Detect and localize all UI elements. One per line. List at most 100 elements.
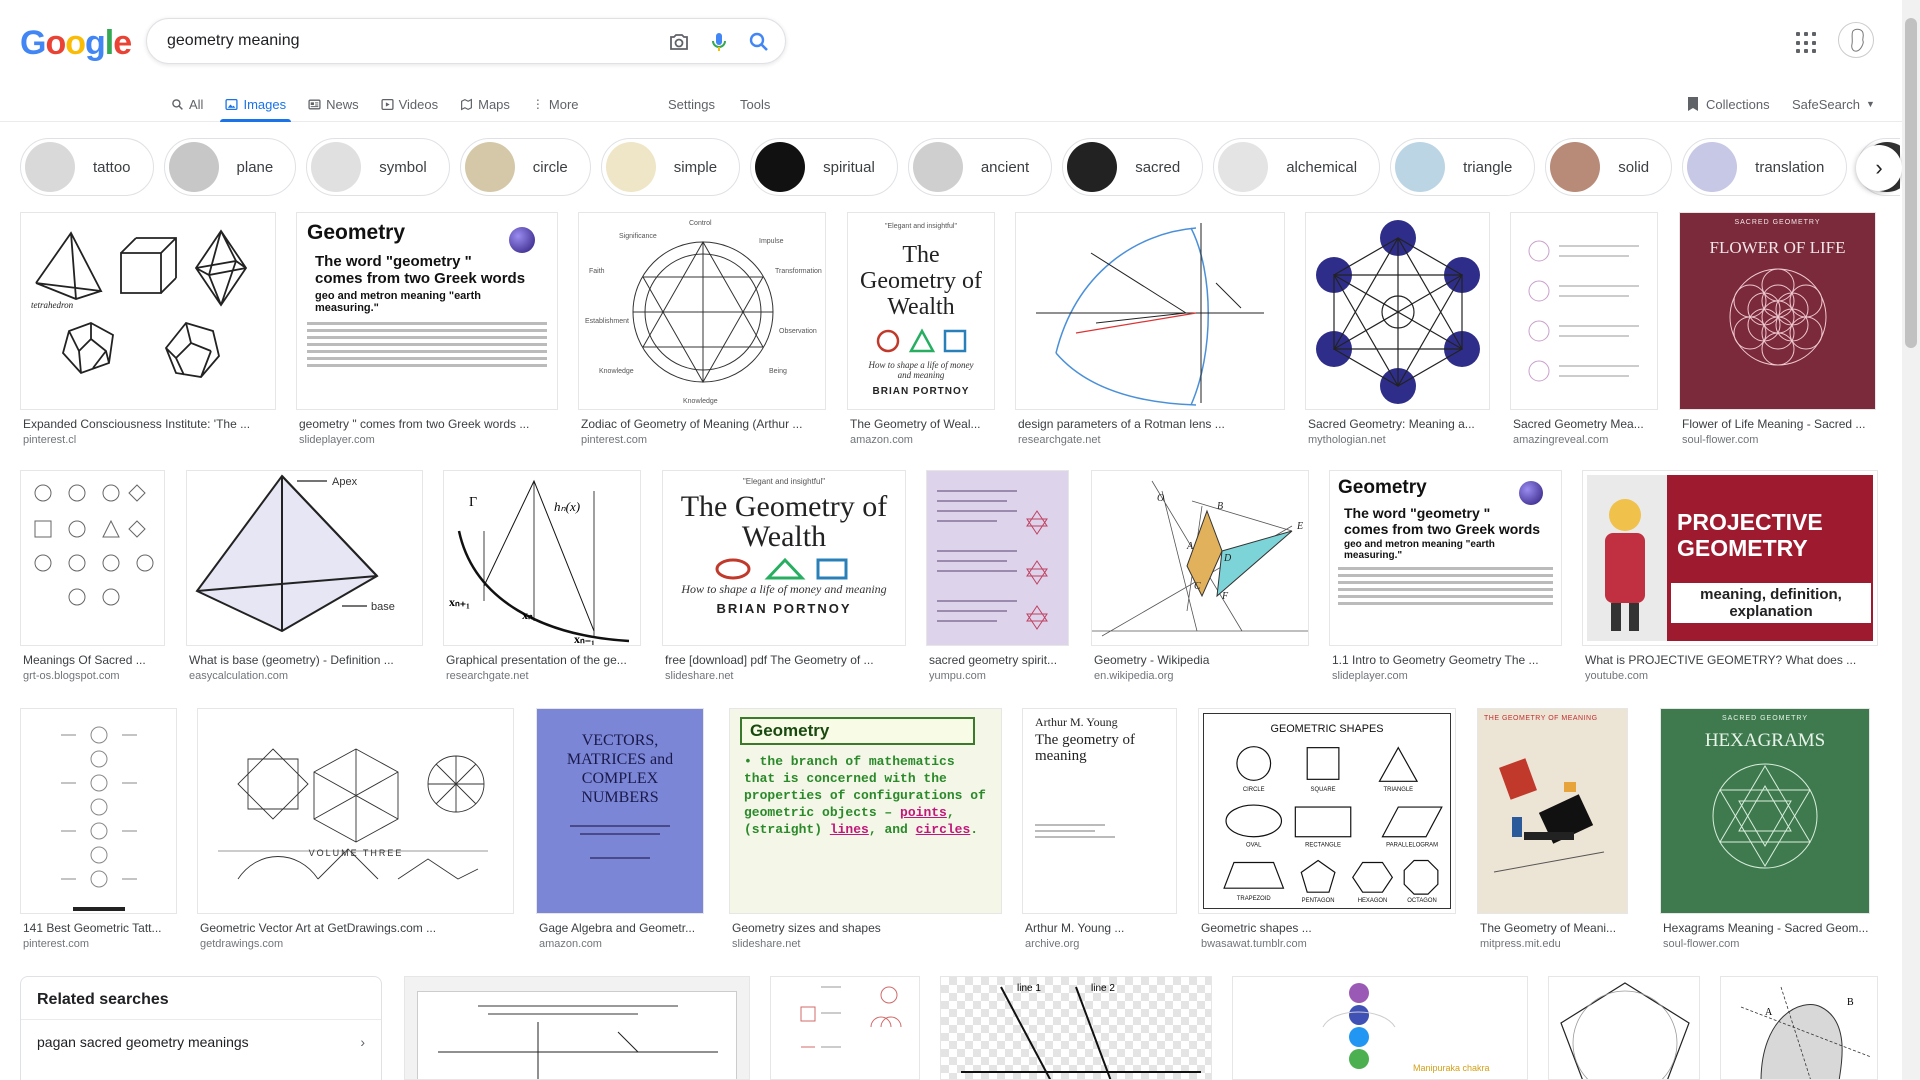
result-caption[interactable]: 1.1 Intro to Geometry Geometry The ...: [1329, 653, 1562, 667]
result-caption[interactable]: Geometric shapes ...: [1198, 921, 1456, 935]
result-source[interactable]: pinterest.cl: [20, 434, 276, 446]
result-thumbnail[interactable]: BA: [1720, 976, 1878, 1080]
result-caption[interactable]: 141 Best Geometric Tatt...: [20, 921, 177, 935]
result-caption[interactable]: Geometry sizes and shapes: [729, 921, 1002, 935]
image-result[interactable]: Apex base What is base (geometry) - Defi…: [186, 470, 423, 682]
result-thumbnail[interactable]: Geometry • the branch of mathematics tha…: [729, 708, 1002, 914]
result-thumbnail[interactable]: Geometry The word "geometry " comes from…: [1329, 470, 1562, 646]
image-result[interactable]: "Elegant and insightful" The Geometry of…: [662, 470, 906, 682]
tab-all[interactable]: All: [160, 88, 214, 120]
result-caption[interactable]: Meanings Of Sacred ...: [20, 653, 165, 667]
image-result[interactable]: Meanings Of Sacred ... grt-os.blogspot.c…: [20, 470, 165, 682]
image-result[interactable]: THE GEOMETRY OF MEANING The Geometry of …: [1477, 708, 1628, 950]
search-icon[interactable]: [747, 30, 771, 54]
image-result[interactable]: PROJECTIVE GEOMETRY meaning, definition,…: [1582, 470, 1878, 682]
result-caption[interactable]: Hexagrams Meaning - Sacred Geom...: [1660, 921, 1870, 935]
page-scrollbar[interactable]: [1902, 0, 1920, 1080]
result-thumbnail[interactable]: SACRED GEOMETRY HEXAGRAMS: [1660, 708, 1870, 914]
chip-spiritual[interactable]: spiritual: [750, 138, 898, 196]
chip-sacred[interactable]: sacred: [1062, 138, 1204, 196]
result-caption[interactable]: The Geometry of Meani...: [1477, 921, 1628, 935]
result-thumbnail[interactable]: [1510, 212, 1658, 410]
account-avatar[interactable]: [1838, 22, 1874, 58]
image-result[interactable]: tetrahedron Expanded Consciousness Insti…: [20, 212, 276, 446]
image-result[interactable]: SACRED GEOMETRY FLOWER OF LIFE Flower of…: [1679, 212, 1876, 446]
result-source[interactable]: soul-flower.com: [1660, 938, 1870, 950]
result-thumbnail[interactable]: GEOMETRIC SHAPES CIRCLE SQUARE TRIANGLE …: [1198, 708, 1456, 914]
image-result[interactable]: Geometry • the branch of mathematics tha…: [729, 708, 1002, 950]
collections-link[interactable]: Collections: [1686, 88, 1770, 120]
result-thumbnail[interactable]: [926, 470, 1069, 646]
result-caption[interactable]: What is base (geometry) - Definition ...: [186, 653, 423, 667]
result-thumbnail[interactable]: Geometry The word "geometry " comes from…: [296, 212, 558, 410]
image-result[interactable]: Arthur M. Young The geometry of meaning …: [1022, 708, 1177, 950]
result-source[interactable]: amazingreveal.com: [1510, 434, 1658, 446]
result-source[interactable]: yumpu.com: [926, 670, 1069, 682]
result-source[interactable]: mythologian.net: [1305, 434, 1490, 446]
chip-translation[interactable]: translation: [1682, 138, 1848, 196]
chip-triangle[interactable]: triangle: [1390, 138, 1536, 196]
result-thumbnail[interactable]: Γ hₙ(x) xₙ₊₁ xₙ xₙ₋₁: [443, 470, 641, 646]
image-result[interactable]: sacred geometry spirit... yumpu.com: [926, 470, 1069, 682]
image-result[interactable]: Sacred Geometry: Meaning a... mythologia…: [1305, 212, 1490, 446]
result-thumbnail[interactable]: line 1 line 2: [940, 976, 1212, 1080]
tab-maps[interactable]: Maps: [449, 88, 521, 120]
result-caption[interactable]: Geometry - Wikipedia: [1091, 653, 1309, 667]
result-source[interactable]: getdrawings.com: [197, 938, 514, 950]
result-source[interactable]: mitpress.mit.edu: [1477, 938, 1628, 950]
result-source[interactable]: youtube.com: [1582, 670, 1878, 682]
result-caption[interactable]: Sacred Geometry Mea...: [1510, 417, 1658, 431]
image-result[interactable]: "Elegant and insightful" The Geometry of…: [847, 212, 995, 446]
result-caption[interactable]: What is PROJECTIVE GEOMETRY? What does .…: [1582, 653, 1878, 667]
search-input[interactable]: [167, 28, 637, 54]
tab-more[interactable]: ⋮ More: [521, 88, 590, 120]
result-thumbnail[interactable]: [770, 976, 920, 1080]
result-thumbnail[interactable]: [1548, 976, 1700, 1080]
result-thumbnail[interactable]: [20, 708, 177, 914]
result-source[interactable]: researchgate.net: [443, 670, 641, 682]
result-thumbnail[interactable]: VECTORS, MATRICES and COMPLEX NUMBERS: [536, 708, 704, 914]
result-thumbnail[interactable]: [1305, 212, 1490, 410]
chip-circle[interactable]: circle: [459, 138, 591, 196]
result-thumbnail[interactable]: VOLUME THREE: [197, 708, 514, 914]
result-caption[interactable]: Graphical presentation of the ge...: [443, 653, 641, 667]
result-thumbnail[interactable]: SACRED GEOMETRY FLOWER OF LIFE: [1679, 212, 1876, 410]
related-search-item[interactable]: pagan sacred geometry meanings ›: [21, 1019, 381, 1064]
result-thumbnail[interactable]: [20, 470, 165, 646]
result-caption[interactable]: Arthur M. Young ...: [1022, 921, 1177, 935]
tab-images[interactable]: Images: [214, 88, 297, 122]
image-result[interactable]: GEOMETRIC SHAPES CIRCLE SQUARE TRIANGLE …: [1198, 708, 1456, 950]
chip-solid[interactable]: solid: [1545, 138, 1673, 196]
result-thumbnail[interactable]: Manipuraka chakra: [1232, 976, 1528, 1080]
image-result[interactable]: line 1 line 2: [940, 976, 1212, 1080]
result-thumbnail[interactable]: Apex base: [186, 470, 423, 646]
result-thumbnail[interactable]: O B A D E C F: [1091, 470, 1309, 646]
image-result[interactable]: VOLUME THREE Geometric Vector Art at Get…: [197, 708, 514, 950]
image-result[interactable]: VECTORS, MATRICES and COMPLEX NUMBERS Ga…: [536, 708, 704, 950]
result-source[interactable]: slideshare.net: [729, 938, 1002, 950]
result-caption[interactable]: Sacred Geometry: Meaning a...: [1305, 417, 1490, 431]
chip-tattoo[interactable]: tattoo: [20, 138, 154, 196]
result-source[interactable]: slideplayer.com: [1329, 670, 1562, 682]
result-caption[interactable]: design parameters of a Rotman lens ...: [1015, 417, 1285, 431]
result-source[interactable]: grt-os.blogspot.com: [20, 670, 165, 682]
result-thumbnail[interactable]: Arthur M. Young The geometry of meaning: [1022, 708, 1177, 914]
image-result[interactable]: 141 Best Geometric Tatt... pinterest.com: [20, 708, 177, 950]
result-source[interactable]: archive.org: [1022, 938, 1177, 950]
result-caption[interactable]: Zodiac of Geometry of Meaning (Arthur ..…: [578, 417, 826, 431]
result-caption[interactable]: Geometric Vector Art at GetDrawings.com …: [197, 921, 514, 935]
apps-grid-icon[interactable]: [1796, 32, 1818, 54]
result-source[interactable]: slideplayer.com: [296, 434, 558, 446]
result-source[interactable]: pinterest.com: [20, 938, 177, 950]
image-result[interactable]: [1548, 976, 1700, 1080]
result-source[interactable]: soul-flower.com: [1679, 434, 1876, 446]
tools-link[interactable]: Tools: [740, 88, 770, 120]
image-result[interactable]: Geometry The word "geometry " comes from…: [296, 212, 558, 446]
result-thumbnail[interactable]: [404, 976, 750, 1080]
safesearch-dropdown[interactable]: SafeSearch ▼: [1792, 88, 1875, 120]
result-thumbnail[interactable]: PROJECTIVE GEOMETRY meaning, definition,…: [1582, 470, 1878, 646]
image-result[interactable]: Sacred Geometry Mea... amazingreveal.com: [1510, 212, 1658, 446]
image-result[interactable]: Manipuraka chakra: [1232, 976, 1528, 1080]
image-result[interactable]: BA: [1720, 976, 1878, 1080]
image-result[interactable]: Γ hₙ(x) xₙ₊₁ xₙ xₙ₋₁ Graphical presentat…: [443, 470, 641, 682]
